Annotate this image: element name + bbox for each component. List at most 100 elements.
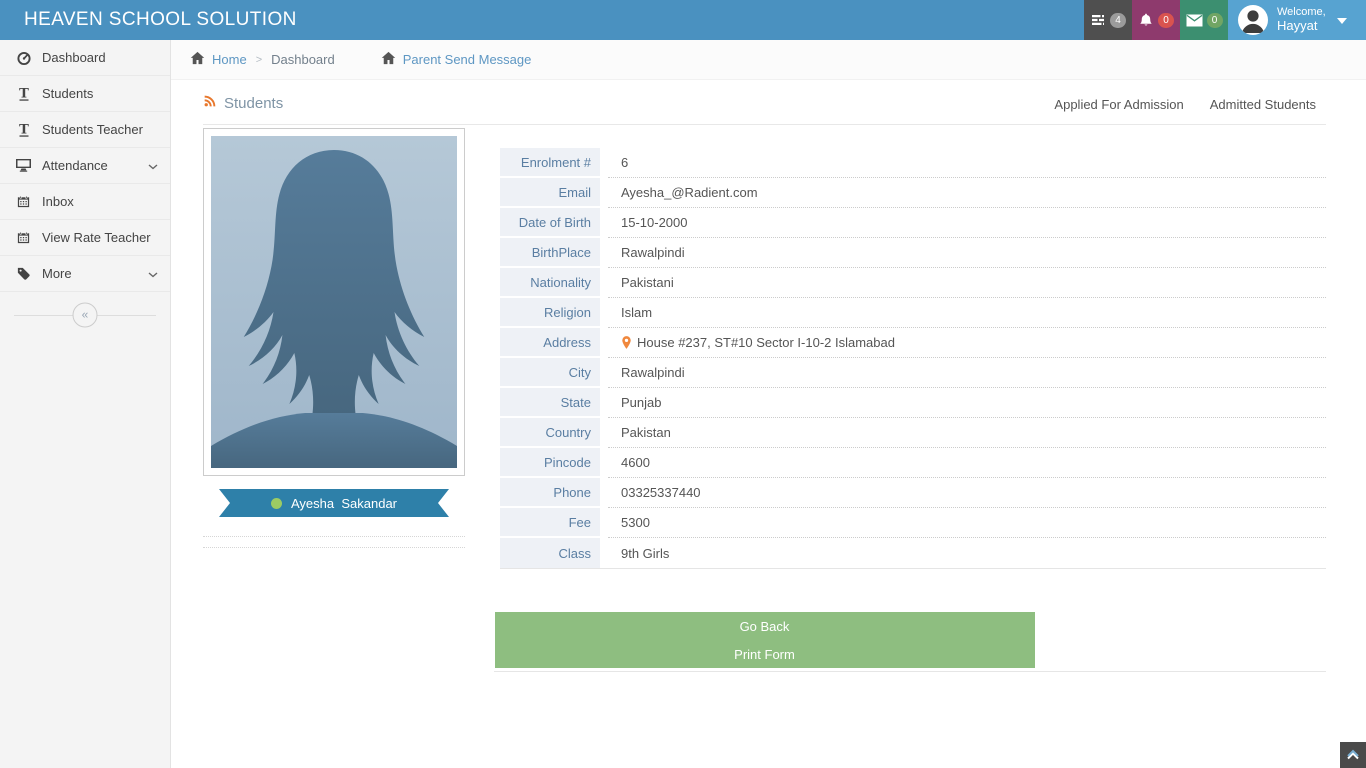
user-name: Hayyat <box>1277 18 1317 33</box>
detail-value: 03325337440 <box>621 485 701 500</box>
page-title: Students <box>203 94 283 112</box>
detail-row-fee: Fee 5300 <box>500 508 1326 538</box>
detail-label: Fee <box>500 508 600 538</box>
sidebar-item-students-teacher[interactable]: T Students Teacher <box>0 112 170 148</box>
app-header: HEAVEN SCHOOL SOLUTION 4 0 0 Welcome, Ha… <box>0 0 1366 40</box>
sidebar-item-inbox[interactable]: Inbox <box>0 184 170 220</box>
detail-row-country: Country Pakistan <box>500 418 1326 448</box>
text-icon: T <box>15 122 32 138</box>
section-header: Students Applied For Admission Admitted S… <box>203 94 1326 125</box>
tab-applied-for-admission[interactable]: Applied For Admission <box>1054 97 1183 112</box>
detail-label: Nationality <box>500 268 600 298</box>
detail-row-address: Address House #237, ST#10 Sector I-10-2 … <box>500 328 1326 358</box>
action-buttons: Go Back Print Form <box>495 612 1035 668</box>
chevron-down-icon <box>148 266 158 281</box>
detail-row-state: State Punjab <box>500 388 1326 418</box>
detail-value: Pakistan <box>621 425 671 440</box>
detail-label: Date of Birth <box>500 208 600 238</box>
breadcrumb-home-link[interactable]: Home <box>212 52 247 67</box>
detail-label: BirthPlace <box>500 238 600 268</box>
detail-value: Rawalpindi <box>621 365 685 380</box>
tab-bar: Applied For Admission Admitted Students <box>1054 97 1326 112</box>
caret-down-icon <box>1337 11 1347 29</box>
student-name-ribbon: Ayesha Sakandar <box>219 489 449 517</box>
svg-text:T: T <box>19 86 29 101</box>
student-photo-column: Ayesha Sakandar <box>203 128 465 569</box>
tab-admitted-students[interactable]: Admitted Students <box>1210 97 1316 112</box>
notifications-badge: 0 <box>1158 13 1174 28</box>
desktop-icon <box>15 158 32 173</box>
map-marker-icon <box>621 335 632 350</box>
rss-icon <box>203 94 217 112</box>
envelope-icon <box>1186 14 1203 27</box>
tasks-badge: 4 <box>1110 13 1126 28</box>
detail-row-email: Email Ayesha_@Radient.com <box>500 178 1326 208</box>
chevron-down-icon <box>148 158 158 173</box>
bell-icon <box>1138 12 1154 28</box>
breadcrumb: Home > Dashboard Parent Send Message <box>171 40 1366 80</box>
detail-value: Islam <box>621 305 652 320</box>
detail-value: Rawalpindi <box>621 245 685 260</box>
avatar <box>1238 5 1268 35</box>
notifications-button[interactable]: 0 <box>1132 0 1180 40</box>
divider <box>203 536 465 537</box>
welcome-label: Welcome, <box>1277 6 1326 18</box>
detail-row-enrolment: Enrolment # 6 <box>500 148 1326 178</box>
detail-label: Pincode <box>500 448 600 478</box>
sidebar-item-more[interactable]: More <box>0 256 170 292</box>
breadcrumb-current: Dashboard <box>271 52 335 67</box>
user-menu[interactable]: Welcome, Hayyat <box>1228 0 1366 40</box>
detail-label: Address <box>500 328 600 358</box>
detail-value: 5300 <box>621 515 650 530</box>
detail-label: State <box>500 388 600 418</box>
sidebar-item-students[interactable]: T Students <box>0 76 170 112</box>
student-photo-frame <box>203 128 465 476</box>
detail-label: City <box>500 358 600 388</box>
detail-row-nationality: Nationality Pakistani <box>500 268 1326 298</box>
divider <box>203 547 465 548</box>
home-icon <box>190 51 205 68</box>
chevron-up-icon <box>1346 748 1360 763</box>
detail-value: Punjab <box>621 395 661 410</box>
detail-row-birthplace: BirthPlace Rawalpindi <box>500 238 1326 268</box>
detail-label: Country <box>500 418 600 448</box>
svg-text:T: T <box>19 122 29 137</box>
breadcrumb-primary: Home > Dashboard <box>190 51 335 68</box>
detail-value: House #237, ST#10 Sector I-10-2 Islamaba… <box>637 335 895 350</box>
home-icon <box>381 51 396 68</box>
sidebar: Dashboard T Students T Students Teacher … <box>0 40 171 768</box>
breadcrumb-separator: > <box>254 54 264 66</box>
detail-value: 9th Girls <box>621 546 669 561</box>
detail-value: 4600 <box>621 455 650 470</box>
tag-icon <box>15 266 32 281</box>
detail-value: Ayesha_@Radient.com <box>621 185 758 200</box>
detail-row-class: Class 9th Girls <box>500 538 1326 568</box>
detail-label: Class <box>500 538 600 568</box>
calendar-icon <box>15 230 32 245</box>
breadcrumb-secondary: Parent Send Message <box>381 51 532 68</box>
calendar-icon <box>15 194 32 209</box>
detail-label: Religion <box>500 298 600 328</box>
sidebar-collapse-button[interactable]: « <box>73 303 98 328</box>
sidebar-item-dashboard[interactable]: Dashboard <box>0 40 170 76</box>
detail-row-city: City Rawalpindi <box>500 358 1326 388</box>
detail-label: Email <box>500 178 600 208</box>
sidebar-collapse-row: « <box>0 300 170 330</box>
sidebar-item-attendance[interactable]: Attendance <box>0 148 170 184</box>
print-form-button[interactable]: Print Form <box>495 640 1035 668</box>
status-dot-icon <box>271 498 282 509</box>
breadcrumb-parent-send-message-link[interactable]: Parent Send Message <box>403 52 532 67</box>
detail-row-religion: Religion Islam <box>500 298 1326 328</box>
tasks-button[interactable]: 4 <box>1084 0 1132 40</box>
page-title-text: Students <box>224 95 283 112</box>
divider <box>494 671 1326 672</box>
messages-button[interactable]: 0 <box>1180 0 1228 40</box>
angle-double-left-icon: « <box>82 308 89 322</box>
detail-value: 6 <box>621 155 628 170</box>
detail-row-phone: Phone 03325337440 <box>500 478 1326 508</box>
app-title: HEAVEN SCHOOL SOLUTION <box>0 0 1084 40</box>
scroll-to-top-button[interactable] <box>1340 742 1366 768</box>
sidebar-item-view-rate-teacher[interactable]: View Rate Teacher <box>0 220 170 256</box>
go-back-button[interactable]: Go Back <box>495 612 1035 640</box>
student-name: Ayesha Sakandar <box>291 496 397 511</box>
